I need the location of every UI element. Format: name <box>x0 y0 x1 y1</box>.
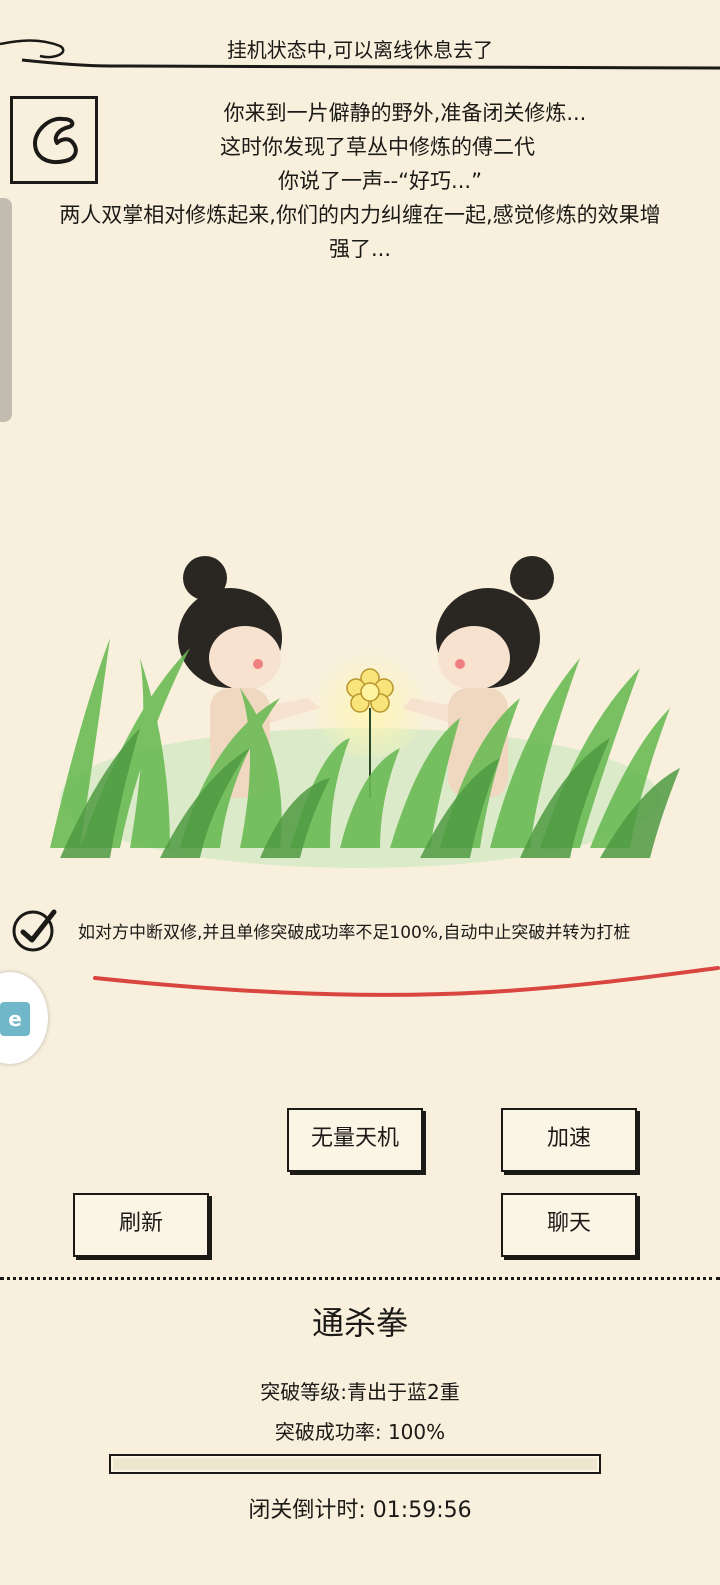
story-line: 你来到一片僻静的野外,准备闭关修炼... <box>223 101 587 125</box>
auto-stop-checkbox[interactable] <box>10 906 58 954</box>
red-underline <box>93 966 720 997</box>
story-line: 这时你发现了草丛中修炼的傅二代 <box>220 135 535 159</box>
story-line: 两人双掌相对修炼起来,你们的内力纠缠在一起,感觉修炼的效果增 <box>59 203 661 227</box>
back-button[interactable] <box>10 96 98 184</box>
countdown-value: 01:59:56 <box>372 1498 472 1523</box>
section-divider <box>0 1277 720 1280</box>
offline-notice: 挂机状态中,可以离线休息去了 <box>226 38 494 62</box>
auto-stop-label: 如对方中断双修,并且单修突破成功率不足100%,自动中止突破并转为打桩 <box>78 923 631 943</box>
story-text: 你来到一片僻静的野外,准备闭关修炼... 这时你发现了草丛中修炼的傅二代 你说了… <box>10 96 710 266</box>
story-line: 你说了一声--“好巧...” <box>278 169 482 193</box>
breakthrough-rate-value: 100% <box>387 1420 446 1444</box>
breakthrough-rate: 突破成功率: 100% <box>0 1416 720 1445</box>
refresh-button[interactable]: 刷新 <box>73 1193 209 1257</box>
breakthrough-level: 突破等级:青出于蓝2重 <box>0 1376 720 1405</box>
breakthrough-level-value: 青出于蓝2重 <box>347 1380 460 1404</box>
assistant-icon: e <box>0 1002 30 1036</box>
breakthrough-rate-label: 突破成功率: <box>274 1420 382 1444</box>
progress-fill <box>113 1458 597 1470</box>
speed-up-button[interactable]: 加速 <box>501 1108 637 1172</box>
breakthrough-progress-bar <box>109 1454 601 1474</box>
breakthrough-level-label: 突破等级: <box>260 1380 347 1404</box>
chat-button[interactable]: 聊天 <box>501 1193 637 1257</box>
back-arrow-icon <box>33 116 78 164</box>
retreat-countdown: 闭关倒计时: 01:59:56 <box>0 1492 720 1524</box>
countdown-label: 闭关倒计时: <box>248 1498 366 1523</box>
story-line: 强了... <box>328 237 392 261</box>
floating-assistant-button[interactable]: e <box>0 972 48 1064</box>
cultivation-illustration <box>50 556 680 868</box>
wuliang-tianji-button[interactable]: 无量天机 <box>287 1108 423 1172</box>
skill-name: 通杀拳 <box>311 1304 408 1342</box>
